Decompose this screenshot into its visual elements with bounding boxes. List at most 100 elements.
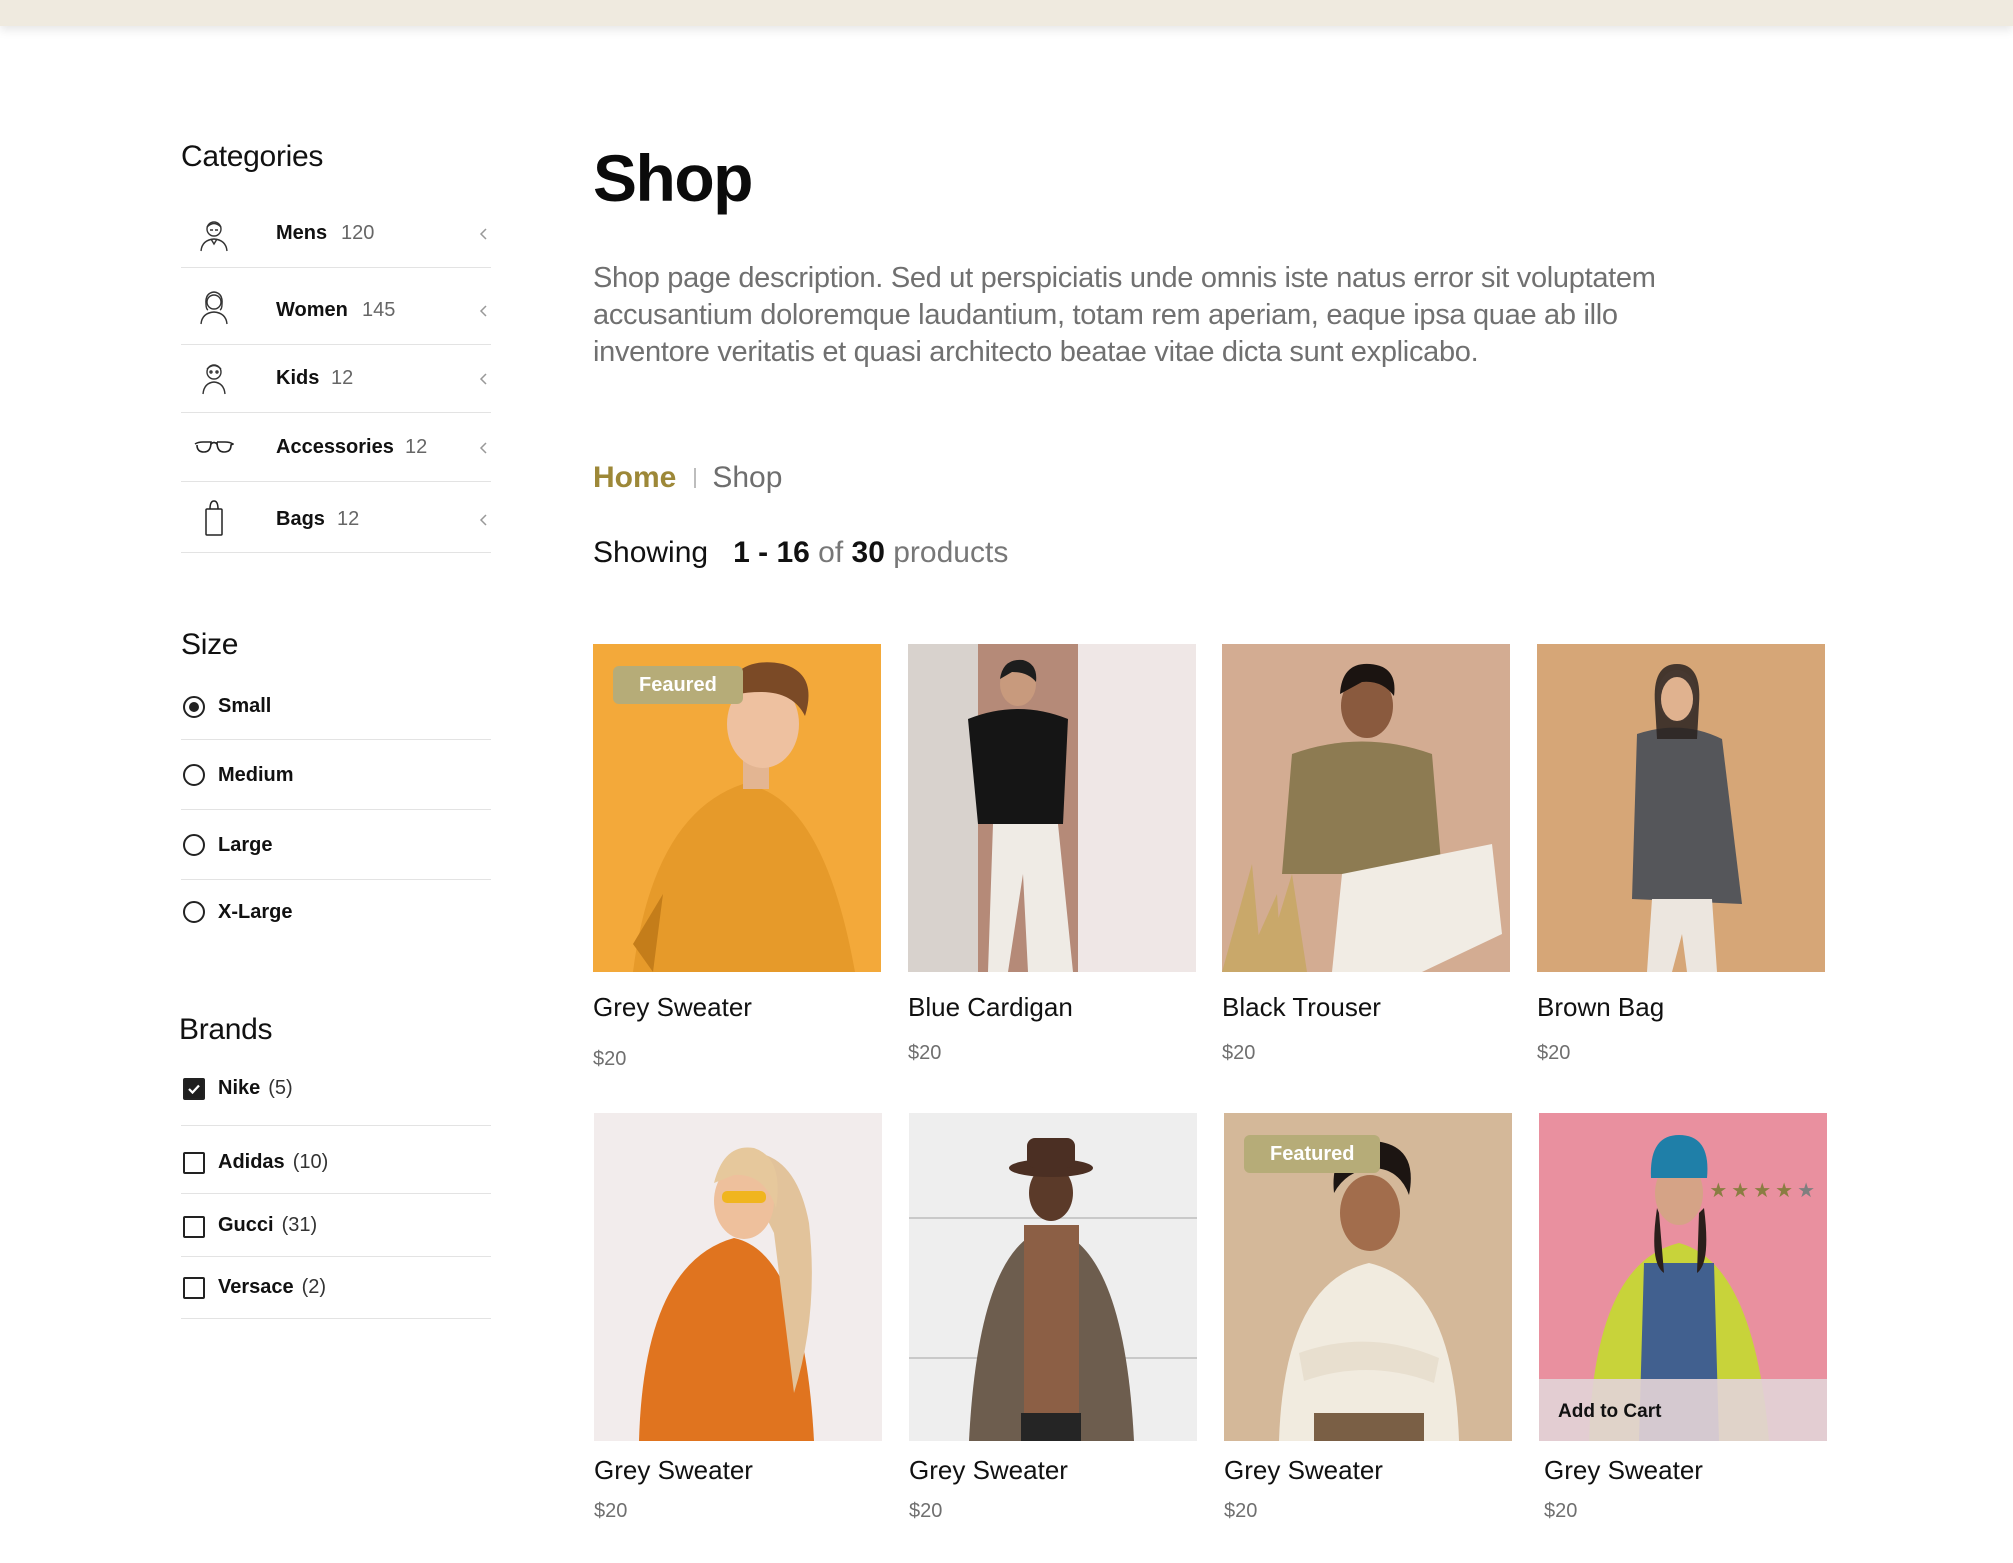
star-filled-icon: ★ <box>1775 1180 1794 1202</box>
category-count: 12 <box>405 436 428 458</box>
product-image[interactable]: Featured <box>1224 1113 1512 1441</box>
page-description: Shop page description. Sed ut perspiciat… <box>593 262 1656 368</box>
breadcrumb: Home Shop <box>593 458 782 498</box>
category-item-bags[interactable]: Bags 12 <box>181 482 491 553</box>
category-item-accessories[interactable]: Accessories 12 <box>181 413 491 482</box>
results-count: Showing 1 - 16 of 30 products <box>593 536 1008 570</box>
product-name[interactable]: Grey Sweater <box>1224 1455 1383 1486</box>
product-photo <box>908 644 1196 972</box>
checkbox[interactable] <box>183 1152 205 1174</box>
brand-count: (10) <box>292 1151 329 1173</box>
category-count: 145 <box>362 299 396 321</box>
breadcrumb-separator <box>694 468 697 488</box>
chevron-left-icon <box>479 228 487 240</box>
size-label: Large <box>218 834 273 856</box>
size-option-small[interactable]: Small <box>181 672 491 740</box>
product-photo <box>909 1113 1197 1441</box>
showing-prefix: Showing <box>593 536 709 569</box>
product-name[interactable]: Grey Sweater <box>1544 1455 1703 1486</box>
glasses-icon <box>193 426 235 468</box>
brand-option-adidas[interactable]: Adidas (10) <box>181 1126 491 1194</box>
category-item-women[interactable]: Women 145 <box>181 268 491 345</box>
add-to-cart-label: Add to Cart <box>1558 1401 1662 1422</box>
category-label: Accessories <box>276 436 394 458</box>
woman-icon <box>193 286 235 328</box>
category-label: Kids <box>276 367 320 389</box>
category-count: 120 <box>341 222 375 244</box>
star-filled-icon: ★ <box>1753 1180 1772 1202</box>
size-label: X-Large <box>218 901 293 923</box>
product-price: $20 <box>1544 1500 1578 1522</box>
brand-label: Versace (2) <box>218 1276 327 1298</box>
star-empty-icon: ★ <box>1797 1180 1815 1202</box>
brand-option-nike[interactable]: Nike (5) <box>181 1060 491 1126</box>
brand-count: (2) <box>301 1276 327 1298</box>
category-label: Bags <box>276 508 325 530</box>
man-icon <box>193 214 235 256</box>
showing-suffix: products <box>893 536 1009 569</box>
product-name[interactable]: Grey Sweater <box>593 992 752 1023</box>
category-label: Women <box>276 299 348 321</box>
product-image[interactable] <box>1222 644 1510 972</box>
brand-option-gucci[interactable]: Gucci (31) <box>181 1194 491 1257</box>
brand-label: Adidas (10) <box>218 1151 329 1173</box>
radio-button[interactable] <box>183 696 205 718</box>
breadcrumb-current: Shop <box>712 461 783 494</box>
product-photo <box>594 1113 882 1441</box>
product-name[interactable]: Grey Sweater <box>594 1455 753 1486</box>
product-price: $20 <box>1537 1042 1571 1064</box>
checkmark-icon <box>188 1084 200 1095</box>
product-name[interactable]: Black Trouser <box>1222 992 1381 1023</box>
featured-badge: Featured <box>1244 1135 1381 1173</box>
product-image[interactable] <box>594 1113 882 1441</box>
product-price: $20 <box>909 1500 943 1522</box>
chevron-left-icon <box>479 305 487 317</box>
category-item-kids[interactable]: Kids 12 <box>181 345 491 413</box>
brand-count: (5) <box>268 1077 293 1099</box>
category-count: 12 <box>337 508 360 530</box>
chevron-left-icon <box>479 373 487 385</box>
product-image[interactable] <box>1537 644 1825 972</box>
brand-option-versace[interactable]: Versace (2) <box>181 1257 491 1319</box>
brands-title: Brands <box>179 1013 273 1046</box>
product-price: $20 <box>594 1500 628 1522</box>
showing-range: 1 - 16 <box>733 536 810 569</box>
size-option-large[interactable]: Large <box>181 810 491 880</box>
page-title: Shop <box>593 141 753 215</box>
product-name[interactable]: Brown Bag <box>1537 992 1664 1023</box>
size-option-x-large[interactable]: X-Large <box>181 880 491 946</box>
showing-total: 30 <box>851 536 885 569</box>
featured-badge: Feaured <box>613 666 743 704</box>
brand-count: (31) <box>281 1214 318 1236</box>
radio-button[interactable] <box>183 901 205 923</box>
checkbox[interactable] <box>183 1216 205 1238</box>
product-image[interactable]: ★ ★ ★ ★ ★ Add to Cart <box>1539 1113 1827 1441</box>
checkbox[interactable] <box>183 1078 205 1100</box>
bag-icon <box>193 497 235 539</box>
size-option-medium[interactable]: Medium <box>181 740 491 810</box>
radio-button[interactable] <box>183 764 205 786</box>
product-price: $20 <box>593 1048 627 1070</box>
add-to-cart-button[interactable]: Add to Cart <box>1539 1379 1827 1441</box>
product-name[interactable]: Grey Sweater <box>909 1455 1068 1486</box>
showing-of: of <box>818 536 844 569</box>
radio-button[interactable] <box>183 834 205 856</box>
top-bar <box>0 0 2013 26</box>
size-label: Small <box>218 695 272 717</box>
breadcrumb-home-link[interactable]: Home <box>593 461 676 495</box>
product-name[interactable]: Blue Cardigan <box>908 992 1073 1023</box>
category-count: 12 <box>331 367 354 389</box>
category-item-mens[interactable]: Mens 120 <box>181 200 491 268</box>
product-photo <box>1222 644 1510 972</box>
checkbox[interactable] <box>183 1277 205 1299</box>
product-image[interactable] <box>908 644 1196 972</box>
categories-title: Categories <box>181 140 324 173</box>
product-image[interactable]: Feaured <box>593 644 881 972</box>
brand-label: Nike (5) <box>218 1077 293 1099</box>
product-image[interactable] <box>909 1113 1197 1441</box>
chevron-left-icon <box>479 442 487 454</box>
product-price: $20 <box>908 1042 942 1064</box>
size-title: Size <box>181 628 239 661</box>
chevron-left-icon <box>479 514 487 526</box>
star-filled-icon: ★ <box>1709 1180 1728 1202</box>
